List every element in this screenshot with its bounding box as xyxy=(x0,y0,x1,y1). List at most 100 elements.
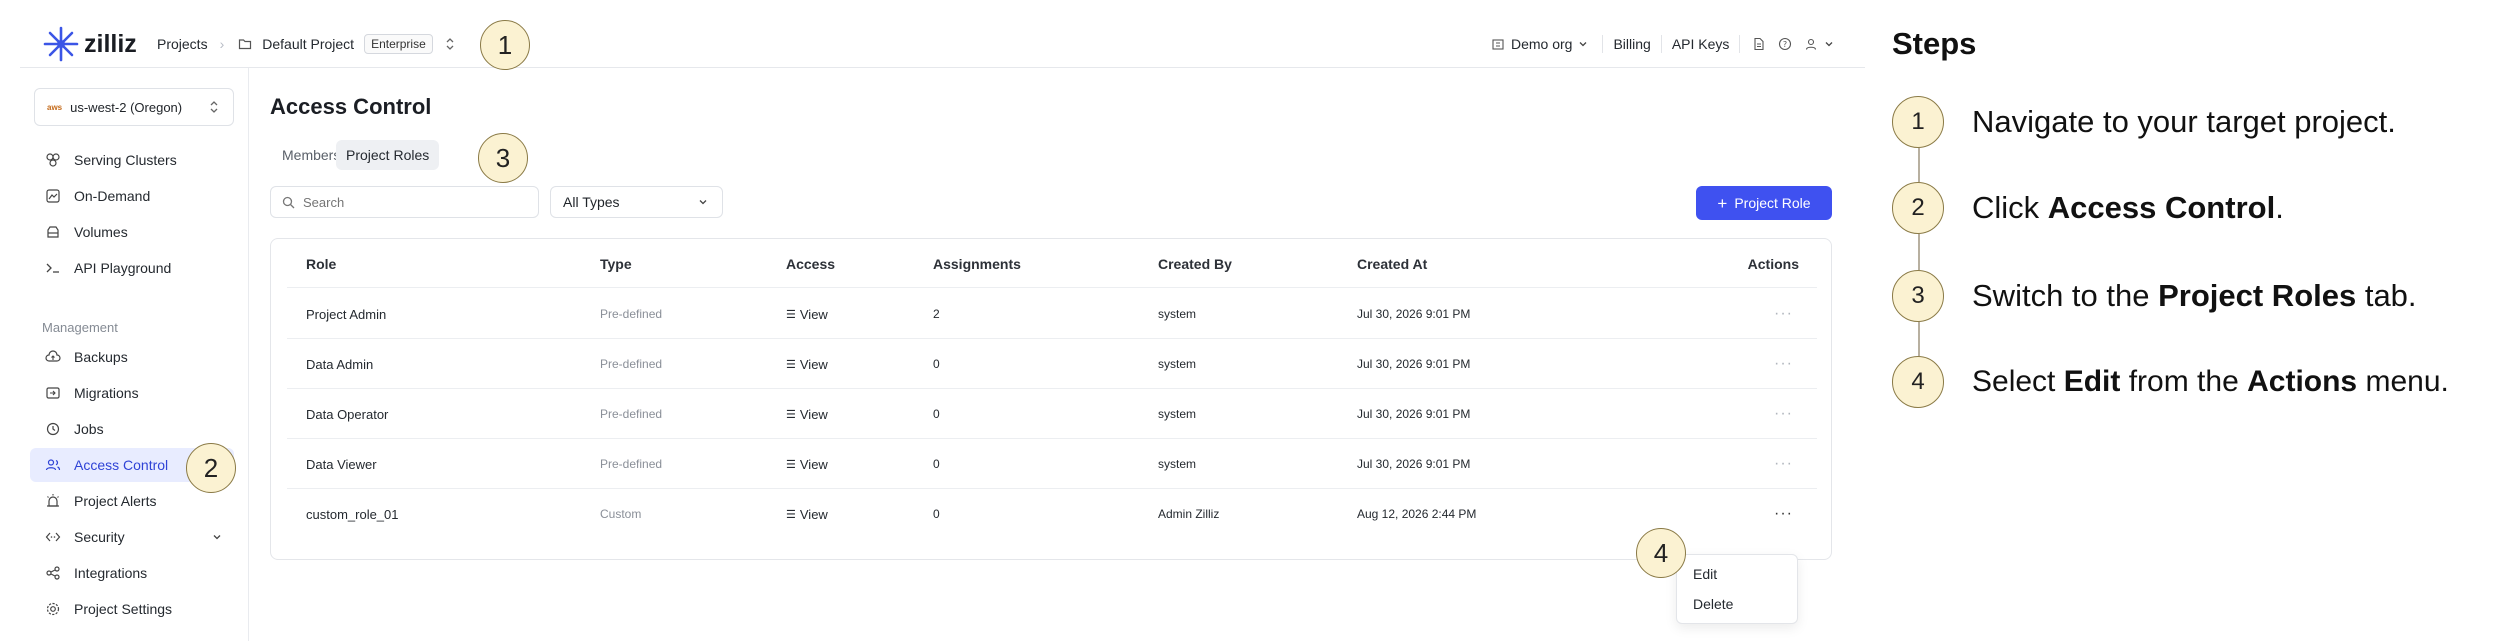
column-header-created-by[interactable]: Created By xyxy=(1158,240,1232,288)
more-actions-icon[interactable]: ··· xyxy=(1774,489,1793,539)
sidebar-item-label: Jobs xyxy=(74,421,104,437)
user-icon[interactable] xyxy=(1802,35,1820,53)
add-role-label: Project Role xyxy=(1734,195,1811,211)
roles-table: Role Type Access Assignments Created By … xyxy=(270,238,1832,560)
chevron-down-icon[interactable] xyxy=(1820,35,1838,53)
sidebar-item-label: Integrations xyxy=(74,565,148,581)
created-by: system xyxy=(1158,457,1197,471)
type-filter-value: All Types xyxy=(563,194,620,210)
assignments-count: 0 xyxy=(933,357,940,371)
chevron-down-icon[interactable] xyxy=(208,528,226,546)
step-connector xyxy=(1918,234,1920,270)
gear-icon xyxy=(44,600,62,618)
chevron-down-icon[interactable] xyxy=(1574,35,1592,53)
sidebar-item-on-demand[interactable]: On-Demand xyxy=(30,179,234,213)
list-icon: ☰ xyxy=(786,308,796,321)
users-icon xyxy=(44,456,62,474)
callout-3: 3 xyxy=(478,133,528,183)
cloud-backup-icon xyxy=(44,348,62,366)
breadcrumb-projects[interactable]: Projects xyxy=(157,36,208,52)
table-header: Role Type Access Assignments Created By … xyxy=(287,240,1817,288)
clusters-icon xyxy=(44,151,62,169)
plan-badge: Enterprise xyxy=(364,34,433,54)
on-demand-icon xyxy=(44,187,62,205)
menu-item-edit[interactable]: Edit xyxy=(1693,562,1717,586)
created-by: Admin Zilliz xyxy=(1158,507,1220,521)
chevron-updown-icon[interactable] xyxy=(441,35,459,53)
access-view-link[interactable]: ☰ View xyxy=(786,289,828,339)
sidebar-item-security[interactable]: Security xyxy=(30,520,234,554)
sidebar-item-label: Volumes xyxy=(74,224,128,240)
access-view-link[interactable]: ☰ View xyxy=(786,389,828,439)
chevron-down-icon xyxy=(694,193,712,211)
section-title-management: Management xyxy=(42,320,118,335)
region-selector[interactable]: aws us-west-2 (Oregon) xyxy=(34,88,234,126)
list-icon: ☰ xyxy=(786,508,796,521)
table-row: Data Operator Pre-defined ☰ View 0 system… xyxy=(287,389,1817,439)
sidebar-item-migrations[interactable]: Migrations xyxy=(30,376,234,410)
more-actions-icon[interactable]: ··· xyxy=(1774,339,1793,389)
step-2: 2 Click Access Control. xyxy=(1892,182,2284,234)
history-icon xyxy=(44,420,62,438)
sidebar-item-volumes[interactable]: Volumes xyxy=(30,215,234,249)
created-by: system xyxy=(1158,357,1197,371)
sidebar-item-label: Backups xyxy=(74,349,128,365)
plus-icon: + xyxy=(1717,193,1728,213)
steps-panel: Steps 1 Navigate to your target project.… xyxy=(1892,0,2496,641)
zilliz-logo[interactable]: zilliz xyxy=(42,20,137,68)
sidebar-item-label: API Playground xyxy=(74,260,172,276)
project-name[interactable]: Default Project xyxy=(262,36,354,52)
role-name: Data Admin xyxy=(306,356,374,372)
access-view-link[interactable]: ☰ View xyxy=(786,339,828,389)
column-header-access[interactable]: Access xyxy=(786,240,835,288)
access-label: View xyxy=(799,506,828,522)
console-window: zilliz Projects › Default Project Enterp… xyxy=(20,20,1865,641)
more-actions-icon[interactable]: ··· xyxy=(1774,289,1793,339)
add-project-role-button[interactable]: + Project Role xyxy=(1696,186,1832,220)
created-by: system xyxy=(1158,407,1197,421)
access-view-link[interactable]: ☰ View xyxy=(786,439,828,489)
column-header-created-at[interactable]: Created At xyxy=(1357,240,1427,288)
callout-4: 4 xyxy=(1636,528,1686,578)
type-filter-select[interactable]: All Types xyxy=(550,186,723,218)
sidebar-item-serving-clusters[interactable]: Serving Clusters xyxy=(30,143,234,177)
access-label: View xyxy=(799,356,828,372)
created-at: Jul 30, 2026 9:01 PM xyxy=(1357,407,1471,421)
column-header-assignments[interactable]: Assignments xyxy=(933,240,1021,288)
sidebar-item-backups[interactable]: Backups xyxy=(30,340,234,374)
sidebar-item-label: Access Control xyxy=(74,457,169,473)
sidebar-item-label: Project Alerts xyxy=(74,493,157,509)
step-3: 3 Switch to the Project Roles tab. xyxy=(1892,270,2417,322)
sidebar-item-project-settings[interactable]: Project Settings xyxy=(30,592,234,626)
menu-item-delete[interactable]: Delete xyxy=(1693,592,1733,616)
role-name: Data Operator xyxy=(306,406,389,422)
sidebar-item-label: On-Demand xyxy=(74,188,151,204)
column-header-role[interactable]: Role xyxy=(306,240,336,288)
step-number: 2 xyxy=(1892,182,1944,234)
column-header-type[interactable]: Type xyxy=(600,240,632,288)
help-icon[interactable]: ? xyxy=(1776,35,1794,53)
sidebar-item-api-playground[interactable]: API Playground xyxy=(30,251,234,285)
sidebar-item-integrations[interactable]: Integrations xyxy=(30,556,234,590)
org-selector[interactable]: Demo org xyxy=(1511,36,1572,52)
more-actions-icon[interactable]: ··· xyxy=(1774,439,1793,489)
billing-link[interactable]: Billing xyxy=(1613,36,1650,52)
sidebar-item-label: Migrations xyxy=(74,385,139,401)
building-icon xyxy=(1489,35,1507,53)
role-type: Pre-defined xyxy=(600,357,663,371)
role-type: Custom xyxy=(600,507,642,521)
search-box[interactable] xyxy=(270,186,539,218)
more-actions-icon[interactable]: ··· xyxy=(1774,389,1793,439)
sidebar-item-jobs[interactable]: Jobs xyxy=(30,412,234,446)
step-number: 3 xyxy=(1892,270,1944,322)
tab-project-roles[interactable]: Project Roles xyxy=(336,140,440,170)
table-row: custom_role_01 Custom ☰ View 0 Admin Zill… xyxy=(287,489,1817,539)
role-type: Pre-defined xyxy=(600,307,663,321)
access-view-link[interactable]: ☰ View xyxy=(786,489,828,539)
actions-menu: Edit Delete xyxy=(1676,554,1798,624)
search-input[interactable] xyxy=(303,194,523,210)
api-keys-link[interactable]: API Keys xyxy=(1672,36,1730,52)
document-icon[interactable] xyxy=(1750,35,1768,53)
steps-title: Steps xyxy=(1892,26,1977,61)
region-label: us-west-2 (Oregon) xyxy=(70,99,183,115)
